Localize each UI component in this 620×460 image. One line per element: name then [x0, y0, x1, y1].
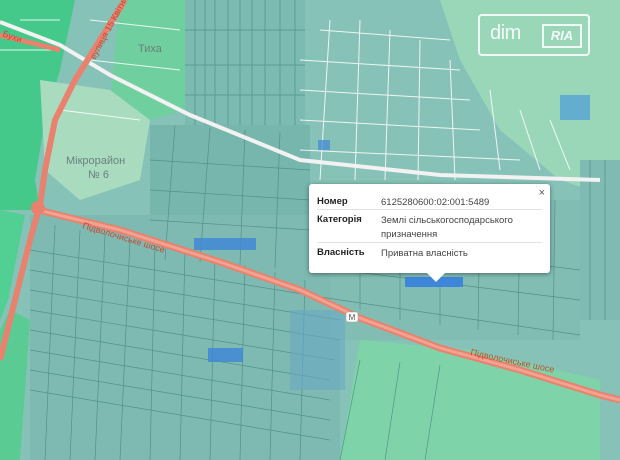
label-category: Категорія — [317, 214, 362, 225]
dimria-watermark: dim RIA — [478, 14, 590, 56]
road-marker: М — [349, 313, 356, 322]
place-label-tykha: Тиха — [138, 43, 163, 55]
row-ownership: Власність Приватна власність — [317, 242, 542, 259]
district-label-line1: Мікрорайон — [66, 155, 125, 167]
label-ownership: Власність — [317, 247, 365, 258]
value-number: 6125280600:02:001:5489 — [381, 197, 490, 208]
label-number: Номер — [317, 196, 348, 207]
watermark-ria: RIA — [542, 24, 582, 48]
value-category: Землі сільськогосподарського призначення — [381, 215, 513, 240]
value-ownership: Приватна власність — [381, 248, 468, 259]
watermark-dim: dim — [490, 22, 521, 44]
row-category: Категорія Землі сільськогосподарського п… — [317, 209, 542, 240]
parcel-info-popup: × Номер 6125280600:02:001:5489 Категорія… — [309, 184, 550, 282]
district-label-line2: № 6 — [88, 169, 109, 181]
